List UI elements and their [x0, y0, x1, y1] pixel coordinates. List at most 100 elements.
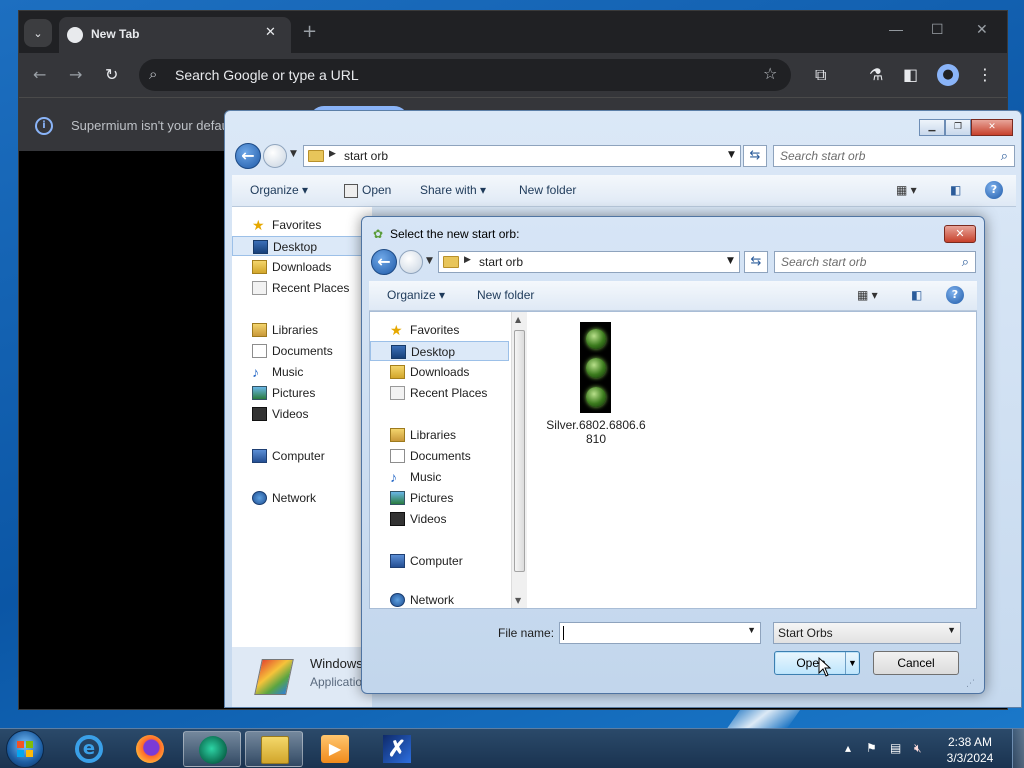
- nav-desktop[interactable]: Desktop: [232, 236, 370, 256]
- chevron-down-icon[interactable]: ▼: [747, 625, 756, 635]
- organize-button[interactable]: Organize ▾: [250, 183, 308, 197]
- bookmark-star-icon[interactable]: ☆: [763, 64, 777, 83]
- side-panel-icon[interactable]: ◧: [903, 65, 918, 84]
- nav-recent-places[interactable]: Recent Places: [232, 278, 370, 298]
- nav-videos[interactable]: Videos: [232, 404, 370, 424]
- new-tab-button[interactable]: +: [302, 21, 317, 42]
- taskbar-video-editor[interactable]: ✗: [368, 731, 426, 767]
- nav-downloads[interactable]: Downloads: [232, 257, 370, 277]
- show-desktop-button[interactable]: [1012, 729, 1024, 768]
- menu-dots-icon[interactable]: ⋮: [977, 65, 993, 84]
- close-window-icon[interactable]: ✕: [976, 21, 988, 38]
- close-icon[interactable]: ✕: [971, 119, 1013, 136]
- downloads-icon: [390, 365, 405, 379]
- taskbar-explorer[interactable]: [245, 731, 303, 767]
- address-bar[interactable]: ▶ start orb ▼: [303, 145, 741, 167]
- file-type-select[interactable]: Start Orbs ▼: [773, 622, 961, 644]
- clock-date[interactable]: 3/3/2024: [940, 751, 1000, 765]
- nav-pictures[interactable]: Pictures: [370, 488, 509, 508]
- scroll-thumb[interactable]: [514, 330, 525, 572]
- refresh-icon[interactable]: ⇆: [744, 251, 768, 273]
- nav-desktop[interactable]: Desktop: [370, 341, 509, 361]
- restore-icon[interactable]: ❐: [945, 119, 971, 136]
- network-tray-icon[interactable]: ▤: [890, 741, 901, 755]
- tab-search-button[interactable]: ⌄: [24, 19, 52, 47]
- minimize-icon[interactable]: —: [889, 21, 903, 37]
- tab-new-tab[interactable]: New Tab ✕: [59, 17, 291, 53]
- chevron-down-icon[interactable]: ▼: [947, 625, 956, 635]
- labs-flask-icon[interactable]: ⚗: [869, 65, 883, 84]
- open-button[interactable]: Open: [362, 183, 391, 197]
- clock-time[interactable]: 2:38 AM: [940, 735, 1000, 749]
- nav-libraries[interactable]: Libraries: [370, 425, 509, 445]
- file-item[interactable]: Silver.6802.6806.6810: [546, 320, 646, 450]
- nav-recent-places[interactable]: Recent Places: [370, 383, 509, 403]
- maximize-icon[interactable]: ☐: [931, 21, 944, 38]
- action-center-flag-icon[interactable]: ⚑: [866, 741, 877, 755]
- nav-favorites[interactable]: ★ Favorites: [232, 215, 370, 235]
- volume-muted-icon[interactable]: 🔇︎: [914, 741, 922, 756]
- open-options-chevron-icon[interactable]: ▼: [848, 652, 857, 674]
- back-arrow-icon[interactable]: ←: [235, 143, 261, 169]
- profile-avatar-icon[interactable]: ●: [937, 64, 959, 86]
- dialog-address-bar[interactable]: ▶ start orb ▼: [438, 251, 740, 273]
- forward-arrow-icon[interactable]: →: [69, 65, 82, 84]
- reload-icon[interactable]: ↻: [105, 65, 118, 84]
- address-dropdown-icon[interactable]: ▼: [728, 150, 735, 160]
- help-icon[interactable]: ?: [985, 181, 1003, 199]
- view-options-icon[interactable]: ▦ ▾: [857, 288, 878, 302]
- refresh-icon[interactable]: ⇆: [743, 145, 767, 167]
- back-arrow-icon[interactable]: ←: [371, 249, 397, 275]
- close-tab-icon[interactable]: ✕: [265, 25, 276, 40]
- nav-pictures[interactable]: Pictures: [232, 383, 370, 403]
- taskbar-media-player[interactable]: ▶: [306, 731, 364, 767]
- back-arrow-icon[interactable]: ←: [33, 65, 46, 84]
- nav-documents[interactable]: Documents: [232, 341, 370, 361]
- nav-videos[interactable]: Videos: [370, 509, 509, 529]
- minimize-icon[interactable]: ▁: [919, 119, 945, 136]
- view-options-icon[interactable]: ▦ ▾: [896, 183, 917, 197]
- share-with-button[interactable]: Share with ▾: [420, 183, 486, 197]
- extensions-icon[interactable]: ⧉: [815, 65, 826, 85]
- search-input[interactable]: Search start orb ⌕: [773, 145, 1015, 167]
- file-name-input[interactable]: ▼: [559, 622, 761, 644]
- nav-computer[interactable]: Computer: [232, 446, 370, 466]
- taskbar-supermium[interactable]: [183, 731, 241, 767]
- start-button[interactable]: [6, 730, 44, 768]
- new-folder-button[interactable]: New folder: [477, 288, 534, 302]
- nav-network[interactable]: Network: [370, 593, 509, 607]
- preview-pane-icon[interactable]: ◧: [911, 288, 922, 302]
- cancel-button[interactable]: Cancel: [873, 651, 959, 675]
- open-doc-icon: [344, 184, 358, 198]
- open-button[interactable]: Open ▼: [774, 651, 860, 675]
- dialog-search-input[interactable]: Search start orb ⌕: [774, 251, 976, 273]
- nav-computer[interactable]: Computer: [370, 551, 509, 571]
- scroll-down-icon[interactable]: ▼: [515, 596, 521, 605]
- forward-arrow-icon[interactable]: [399, 250, 423, 274]
- close-icon[interactable]: ✕: [944, 225, 976, 243]
- organize-button[interactable]: Organize ▾: [387, 288, 445, 302]
- nav-scrollbar[interactable]: ▲ ▼: [511, 312, 527, 608]
- help-icon[interactable]: ?: [946, 286, 964, 304]
- address-dropdown-icon[interactable]: ▼: [727, 256, 734, 266]
- nav-music[interactable]: ♪ Music: [232, 362, 370, 382]
- recent-pages-chevron-icon[interactable]: ▼: [290, 149, 297, 159]
- resize-grip-icon[interactable]: ⋰: [966, 679, 975, 689]
- scroll-up-icon[interactable]: ▲: [515, 315, 521, 324]
- recent-pages-chevron-icon[interactable]: ▼: [426, 256, 433, 266]
- preview-pane-icon[interactable]: ◧: [950, 183, 961, 197]
- nav-documents[interactable]: Documents: [370, 446, 509, 466]
- nav-network[interactable]: Network: [232, 488, 370, 508]
- omnibox[interactable]: ⌕ Search Google or type a URL ☆: [139, 59, 791, 91]
- taskbar-firefox[interactable]: [121, 731, 179, 767]
- recent-places-icon: [252, 281, 267, 295]
- nav-libraries[interactable]: Libraries: [232, 320, 370, 340]
- nav-music[interactable]: ♪ Music: [370, 467, 509, 487]
- nav-favorites[interactable]: ★ Favorites: [370, 320, 509, 340]
- documents-icon: [252, 344, 267, 358]
- new-folder-button[interactable]: New folder: [519, 183, 576, 197]
- forward-arrow-icon[interactable]: [263, 144, 287, 168]
- nav-downloads[interactable]: Downloads: [370, 362, 509, 382]
- show-hidden-icons-icon[interactable]: ▴: [845, 741, 851, 755]
- taskbar-internet-explorer[interactable]: e: [60, 731, 118, 767]
